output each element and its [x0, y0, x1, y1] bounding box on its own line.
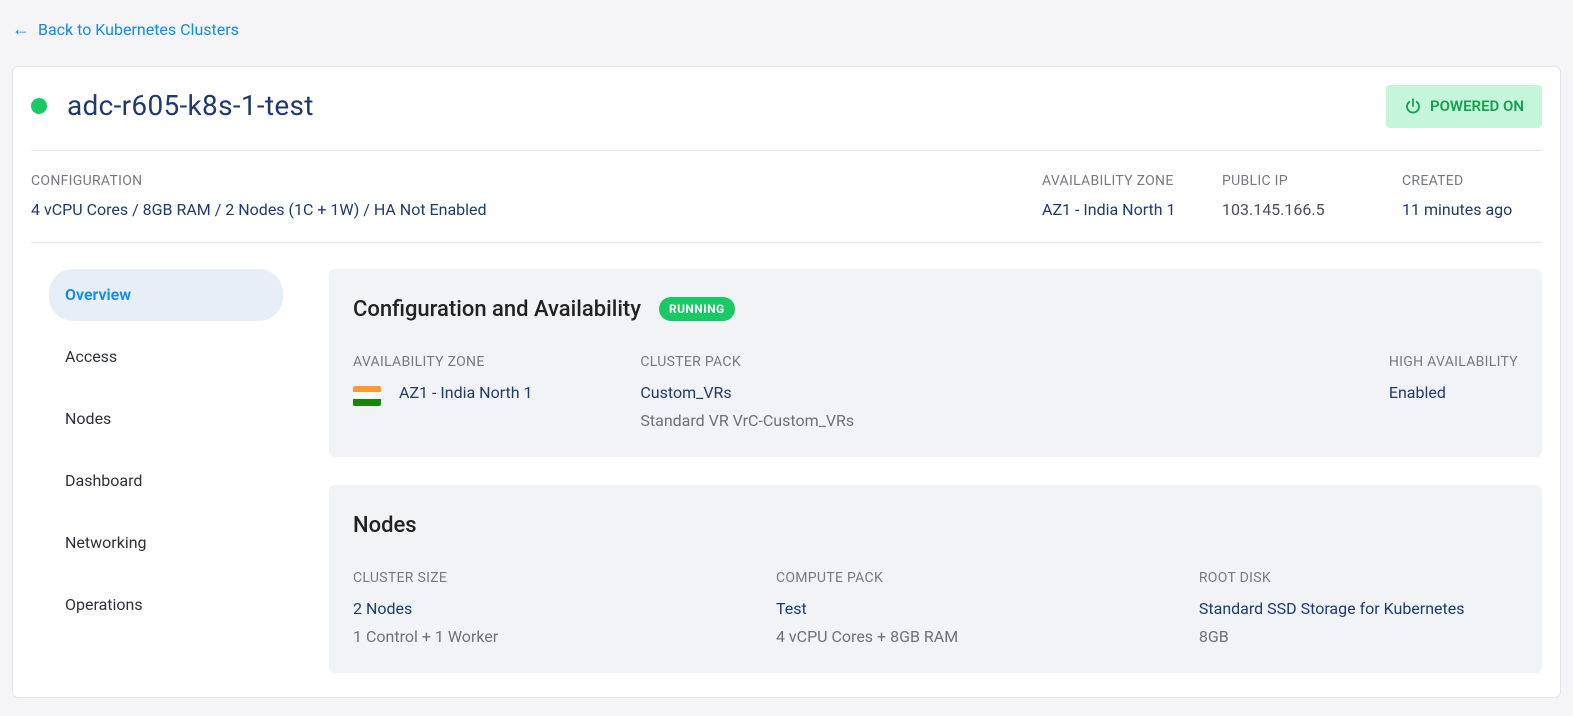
summary-availability-zone: AVAILABILITY ZONE AZ1 - India North 1 [1042, 171, 1182, 222]
summary-az-label: AVAILABILITY ZONE [1042, 171, 1182, 192]
config-az-value: AZ1 - India North 1 [399, 381, 533, 405]
power-status-badge: POWERED ON [1386, 85, 1542, 128]
summary-configuration-label: CONFIGURATION [31, 171, 1002, 192]
tab-networking[interactable]: Networking [49, 517, 283, 569]
summary-az-value: AZ1 - India North 1 [1042, 198, 1182, 222]
power-status-label: POWERED ON [1430, 95, 1524, 118]
summary-created: CREATED 11 minutes ago [1402, 171, 1542, 222]
summary-created-value: 11 minutes ago [1402, 198, 1542, 222]
summary-configuration-value: 4 vCPU Cores / 8GB RAM / 2 Nodes (1C + 1… [31, 198, 1002, 222]
nodes-size-label: CLUSTER SIZE [353, 568, 736, 589]
nodes-compute-sub: 4 vCPU Cores + 8GB RAM [776, 625, 1159, 649]
config-pack-label: CLUSTER PACK [640, 352, 1101, 373]
nodes-panel: Nodes CLUSTER SIZE 2 Nodes 1 Control + 1… [329, 485, 1542, 673]
power-icon [1404, 97, 1422, 115]
arrow-left-icon: ← [12, 21, 30, 39]
nodes-disk-sub: 8GB [1199, 625, 1518, 649]
summary-created-label: CREATED [1402, 171, 1542, 192]
summary-configuration: CONFIGURATION 4 vCPU Cores / 8GB RAM / 2… [31, 171, 1002, 222]
india-flag-icon [353, 386, 381, 406]
tab-overview[interactable]: Overview [49, 269, 283, 321]
config-pack-sub: Standard VR VrC-Custom_VRs [640, 409, 1101, 433]
summary-public-ip-value: 103.145.166.5 [1222, 198, 1362, 222]
config-pack-value: Custom_VRs [640, 381, 1101, 405]
nodes-compute-value: Test [776, 597, 1159, 621]
config-az-label: AVAILABILITY ZONE [353, 352, 533, 373]
cluster-tabs: Overview Access Nodes Dashboard Networki… [31, 269, 301, 673]
back-link-label: Back to Kubernetes Clusters [38, 18, 239, 42]
summary-public-ip-label: PUBLIC IP [1222, 171, 1362, 192]
config-availability-panel: Configuration and Availability RUNNING A… [329, 269, 1542, 457]
cluster-title: adc-r605-k8s-1-test [67, 85, 314, 127]
nodes-disk-label: ROOT DISK [1199, 568, 1518, 589]
config-ha-label: HIGH AVAILABILITY [1389, 352, 1518, 373]
nodes-size-value: 2 Nodes [353, 597, 736, 621]
tab-access[interactable]: Access [49, 331, 283, 383]
nodes-compute-label: COMPUTE PACK [776, 568, 1159, 589]
nodes-disk-value: Standard SSD Storage for Kubernetes [1199, 597, 1518, 621]
cluster-detail-card: adc-r605-k8s-1-test POWERED ON CONFIGURA… [12, 66, 1561, 698]
status-dot-icon [31, 98, 47, 114]
nodes-size-sub: 1 Control + 1 Worker [353, 625, 736, 649]
config-panel-title: Configuration and Availability [353, 293, 641, 326]
nodes-panel-title: Nodes [353, 509, 417, 542]
back-to-clusters-link[interactable]: ← Back to Kubernetes Clusters [12, 18, 239, 42]
tab-dashboard[interactable]: Dashboard [49, 455, 283, 507]
summary-public-ip: PUBLIC IP 103.145.166.5 [1222, 171, 1362, 222]
overview-content: Configuration and Availability RUNNING A… [329, 269, 1542, 673]
tab-nodes[interactable]: Nodes [49, 393, 283, 445]
tab-operations[interactable]: Operations [49, 579, 283, 631]
running-badge: RUNNING [659, 297, 735, 321]
config-ha-value: Enabled [1389, 381, 1518, 405]
